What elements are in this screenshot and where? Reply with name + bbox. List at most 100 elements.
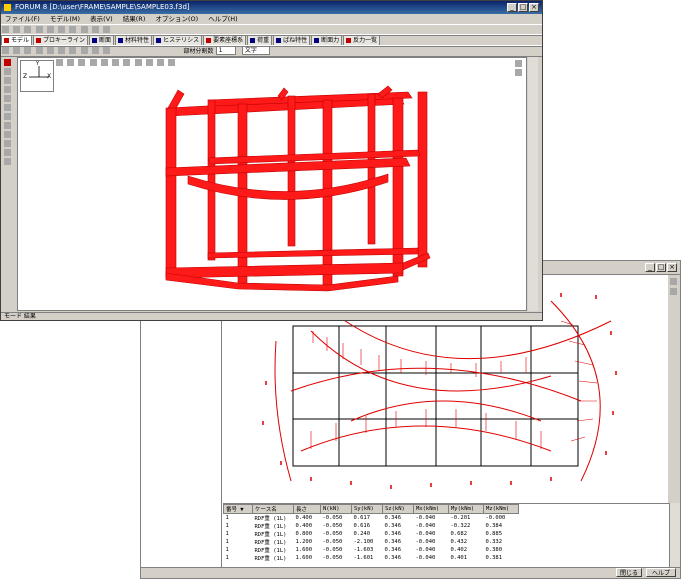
render-icon[interactable]	[134, 59, 142, 66]
col-header-my[interactable]: My(kNm)	[448, 504, 484, 514]
material-tab-icon	[118, 38, 124, 43]
col-header-mx[interactable]: Mx(kNm)	[413, 504, 449, 514]
hatch-line	[576, 418, 594, 422]
print-icon[interactable]	[670, 278, 677, 285]
model-viewport[interactable]: Y Z X	[17, 57, 527, 311]
table-row[interactable]: 1 RDF重 (1L) 1.600 -0.050 -1.601 0.346 -0.040 0.…	[224, 554, 519, 562]
move-icon[interactable]	[13, 47, 21, 54]
rotate-icon[interactable]	[24, 47, 32, 54]
col-header-case[interactable]: ケース名	[252, 504, 294, 514]
check-icon[interactable]	[4, 68, 11, 75]
open-icon[interactable]	[13, 26, 21, 33]
close-button[interactable]: ×	[529, 3, 539, 12]
force-label-marks	[262, 293, 617, 489]
col-header-mz[interactable]: Mz(kNm)	[483, 504, 519, 514]
menu-file[interactable]: ファイル(F)	[5, 15, 40, 23]
col-header-sy[interactable]: Sy(kN)	[351, 504, 383, 514]
tab-label: 反力一覧	[353, 37, 378, 44]
table-cell: RDF重 (1L)	[254, 524, 287, 530]
measure-icon[interactable]	[4, 149, 11, 156]
table-cell: 0.346	[384, 555, 402, 561]
export-view-icon[interactable]	[515, 69, 522, 76]
maximize-button[interactable]: □	[518, 3, 528, 12]
force-hatching	[310, 320, 598, 449]
minimize-button[interactable]: _	[507, 3, 517, 12]
select-icon[interactable]	[2, 47, 9, 54]
table-cell: RDF重 (1L)	[254, 532, 287, 538]
rotate-member-icon[interactable]	[4, 131, 11, 138]
paste-icon[interactable]	[69, 26, 77, 33]
table-row[interactable]: 1 RDF重 (1L) 0.400 -0.050 0.616 0.346 -0.040 -0.…	[224, 522, 519, 530]
view-front-icon[interactable]	[56, 59, 63, 66]
minimize-button[interactable]: _	[645, 263, 655, 272]
copy-member-icon[interactable]	[4, 113, 11, 120]
table-cell: -0.050	[322, 539, 343, 545]
calc-icon[interactable]	[103, 26, 111, 33]
menu-view[interactable]: 表示(V)	[90, 15, 113, 23]
hatch-line	[560, 320, 574, 326]
hatch-line	[578, 380, 598, 384]
viewport-scrollbar[interactable]	[528, 57, 538, 311]
pencil-icon[interactable]	[4, 59, 11, 66]
member-icon[interactable]	[80, 47, 88, 54]
new-icon[interactable]	[2, 26, 9, 33]
bottom-bar: 閉じる ヘルプ	[141, 567, 680, 578]
zoom-in-icon[interactable]	[100, 59, 108, 66]
col-header-sz[interactable]: Sz(kN)	[382, 504, 414, 514]
menu-help[interactable]: ヘルプ(H)	[208, 15, 237, 23]
view-iso-icon[interactable]	[89, 59, 97, 66]
menu-result[interactable]: 結果(R)	[123, 15, 146, 23]
table-cell: 1.200	[295, 539, 313, 545]
shade-icon[interactable]	[157, 59, 165, 66]
zoom-icon[interactable]	[35, 47, 43, 54]
help-button[interactable]: ヘルプ	[646, 568, 676, 577]
table-row[interactable]: 1 RDF重 (1L) 1.200 -0.050 -2.100 0.346 -0.040 0.…	[224, 538, 519, 546]
node-icon[interactable]	[69, 47, 77, 54]
axis-x-label: X	[47, 73, 52, 80]
view-top-icon[interactable]	[78, 59, 86, 66]
col-header-length[interactable]: 長さ	[293, 504, 321, 514]
snap-icon[interactable]	[4, 158, 11, 165]
redo-icon[interactable]	[91, 26, 99, 33]
table-cell: 1	[225, 523, 229, 529]
table-row[interactable]: 1 RDF重 (1L) 0.400 -0.050 0.617 0.346 -0.040 -0.…	[224, 514, 519, 522]
close-dialog-button[interactable]: 閉じる	[616, 568, 642, 577]
menu-option[interactable]: オプション(O)	[155, 15, 198, 23]
beam-icon[interactable]	[4, 86, 11, 93]
print-view-icon[interactable]	[515, 60, 522, 67]
table-row[interactable]: 1 RDF重 (1L) 0.800 -0.050 0.240 0.346 -0.040 0.6…	[224, 530, 519, 538]
line-icon[interactable]	[4, 77, 11, 84]
table-cell: 0.400	[295, 523, 313, 529]
delete-icon[interactable]	[4, 95, 11, 102]
display-select[interactable]: 文字	[241, 46, 270, 55]
col-header-n[interactable]: N(kN)	[320, 504, 352, 514]
pan-icon[interactable]	[46, 47, 54, 54]
table-cell: 0.346	[384, 531, 402, 537]
fit-icon[interactable]	[58, 47, 66, 54]
close-button[interactable]: ×	[667, 263, 677, 272]
grid-icon[interactable]	[4, 104, 11, 111]
fit-view-icon[interactable]	[123, 59, 131, 66]
copy-icon[interactable]	[58, 26, 66, 33]
copy-icon[interactable]	[670, 288, 677, 295]
maximize-button[interactable]: □	[656, 263, 666, 272]
support-icon[interactable]	[91, 47, 99, 54]
print-icon[interactable]	[35, 26, 43, 33]
col-header-number[interactable]: 番号 ▼	[223, 504, 253, 514]
table-cell: 0.346	[384, 539, 402, 545]
zoom-out-icon[interactable]	[112, 59, 120, 66]
view-side-icon[interactable]	[67, 59, 75, 66]
mirror-icon[interactable]	[4, 122, 11, 129]
save-icon[interactable]	[24, 26, 32, 33]
axis-icon[interactable]	[103, 47, 111, 54]
tab-label: 断面力	[321, 37, 340, 44]
result-table-scrollbar[interactable]	[669, 503, 680, 569]
undo-icon[interactable]	[80, 26, 88, 33]
settings-icon[interactable]	[168, 59, 176, 66]
division-input[interactable]: 1	[215, 46, 236, 55]
table-row[interactable]: 1 RDF重 (1L) 1.600 -0.050 -1.603 0.346 -0.040 0.…	[224, 546, 519, 554]
cut-icon[interactable]	[46, 26, 54, 33]
menu-model[interactable]: モデル(M)	[50, 15, 80, 23]
align-icon[interactable]	[4, 140, 11, 147]
wire-icon[interactable]	[145, 59, 153, 66]
